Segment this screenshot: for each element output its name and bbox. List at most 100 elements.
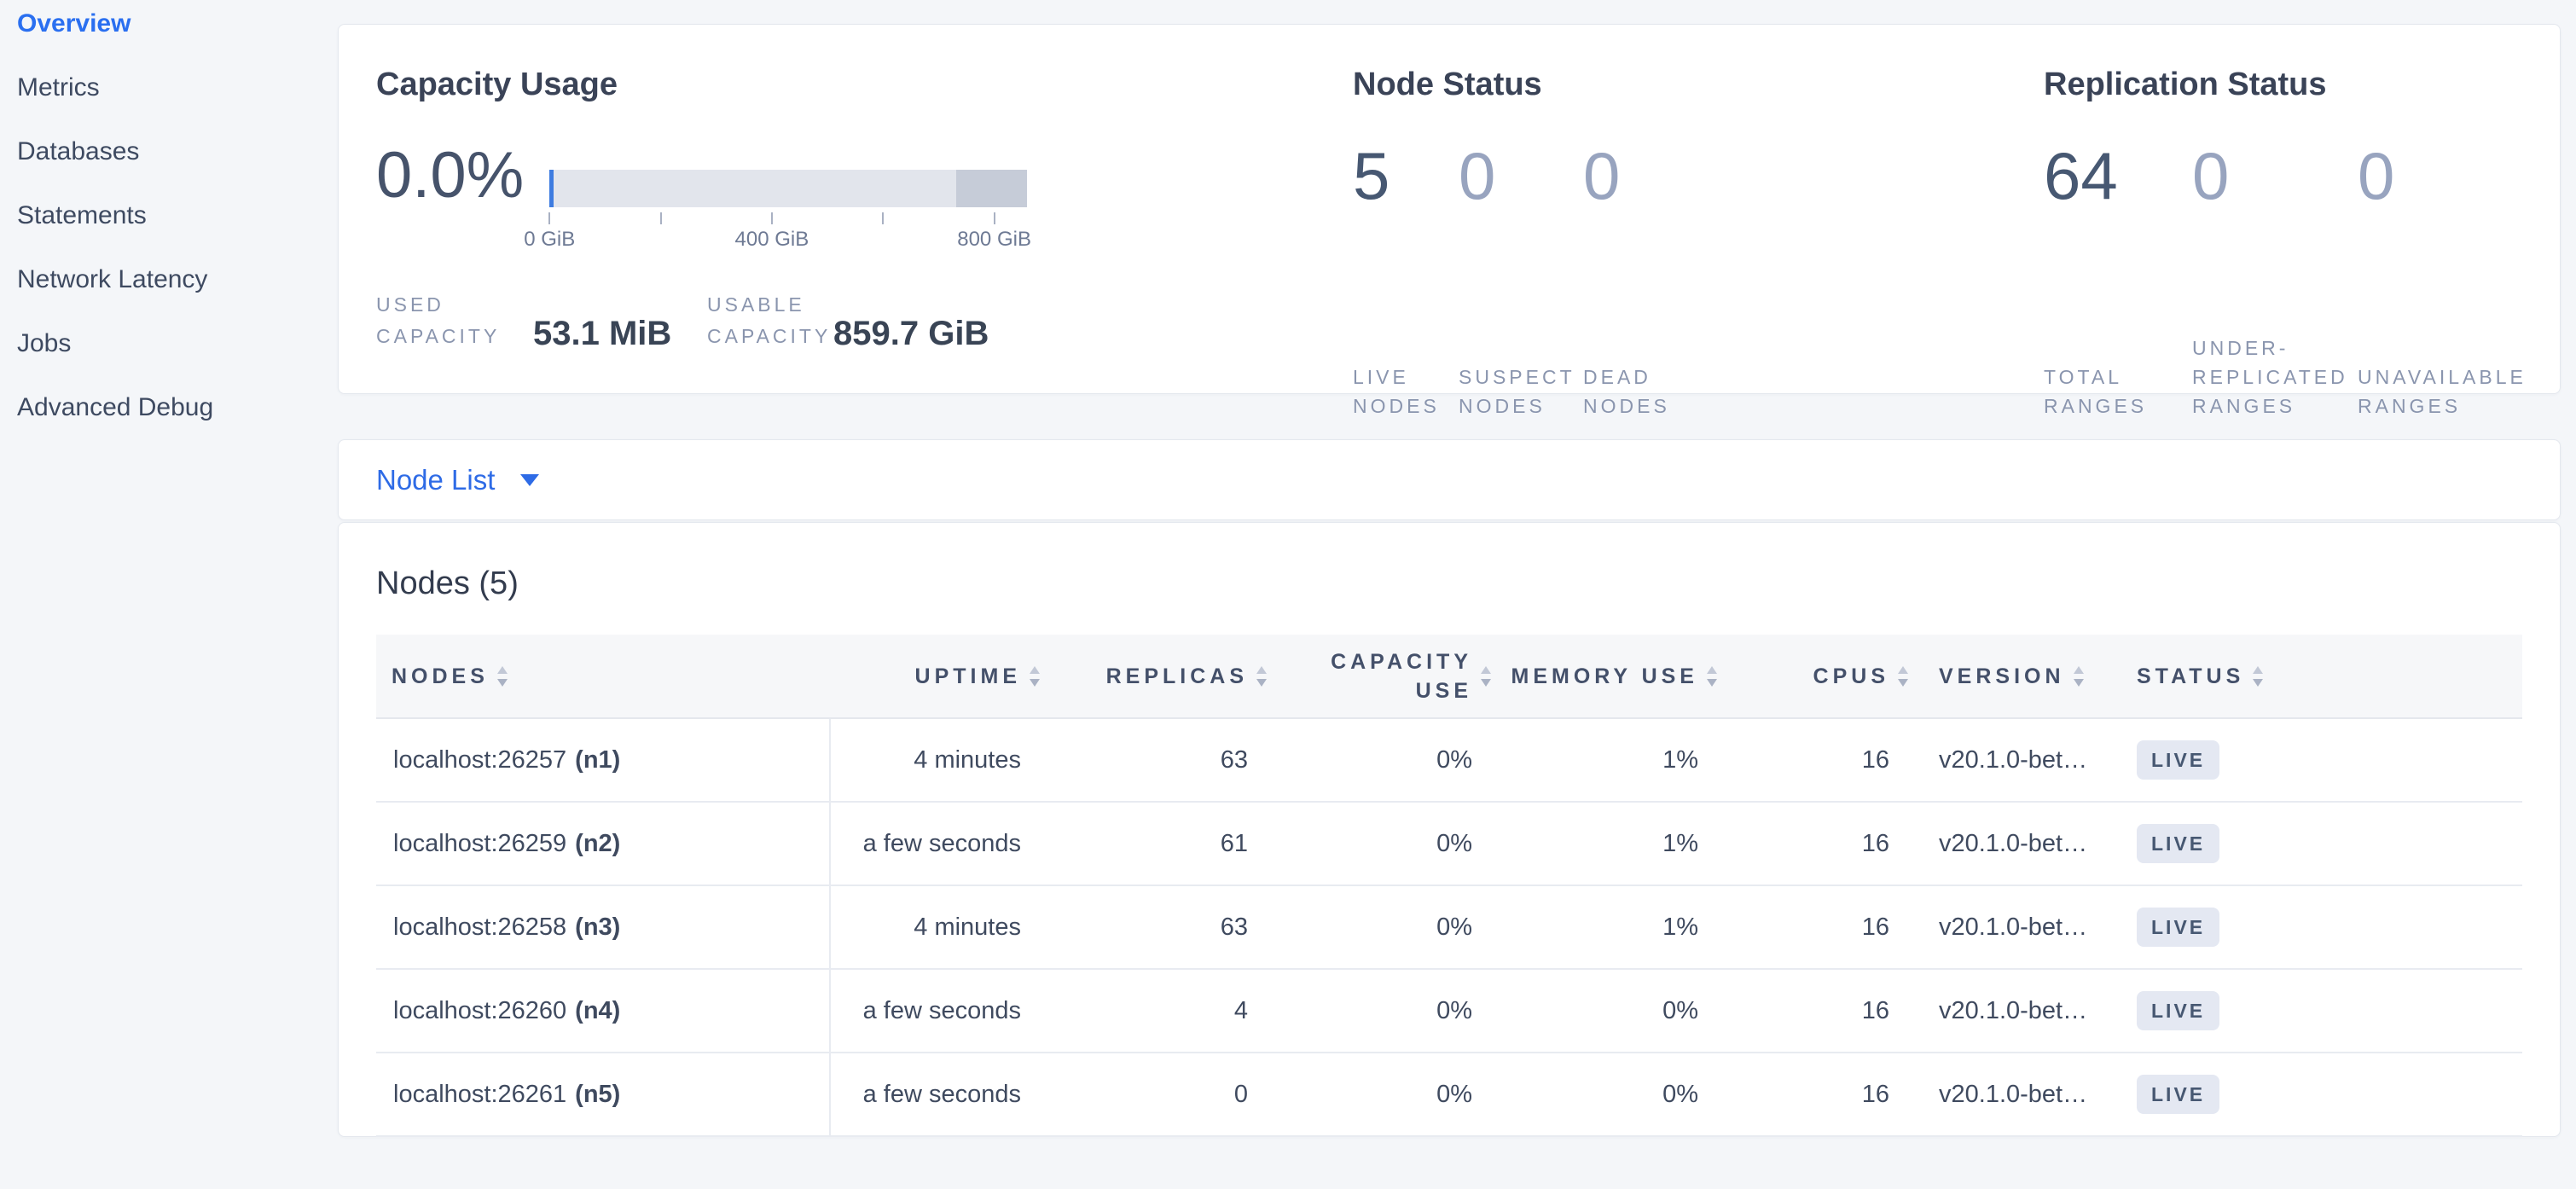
cell-replicas: 63 <box>1052 746 1279 774</box>
cell-uptime: 4 minutes <box>831 746 1052 774</box>
cell-cpus: 16 <box>1729 1081 1920 1109</box>
sort-arrows-icon <box>2251 664 2265 688</box>
capacity-axis-ticks <box>549 207 1027 226</box>
node-id: (n5) <box>575 1081 620 1109</box>
column-header-cpus[interactable]: CPUS <box>1729 662 1920 691</box>
cell-memory-use: 1% <box>1503 746 1729 774</box>
stat-suspect-nodes: 0SUSPECT NODES <box>1459 137 1583 420</box>
capacity-gauge: 0.0% 0 GiB400 GiB800 GiB <box>376 137 1315 253</box>
stat-under-replicated-ranges: 0 UNDER- REPLICATED RANGES <box>2192 137 2358 420</box>
column-header-replicas[interactable]: REPLICAS <box>1052 662 1279 691</box>
node-address[interactable]: localhost:26257 <box>393 746 566 774</box>
sort-arrows-icon <box>1028 664 1041 688</box>
node-address[interactable]: localhost:26261 <box>393 1081 566 1109</box>
stat-label: UNAVAILABLE RANGES <box>2358 362 2527 420</box>
stat-label: DEAD NODES <box>1583 362 1670 420</box>
cell-replicas: 61 <box>1052 830 1279 858</box>
cell-version: v20.1.0-bet… <box>1920 830 2133 858</box>
cell-uptime: a few seconds <box>831 997 1052 1025</box>
node-address[interactable]: localhost:26259 <box>393 830 566 858</box>
sort-arrows-icon <box>1705 664 1719 688</box>
column-header-label: UPTIME <box>915 662 1021 691</box>
cell-node-name: localhost:26259(n2) <box>376 803 831 884</box>
sidebar-item-statements[interactable]: Statements <box>17 183 317 247</box>
replication-status-section: Replication Status 64TOTAL RANGES0UNDER-… <box>2006 25 2560 393</box>
capacity-bar-used-marker <box>549 170 554 207</box>
capacity-bar-track <box>549 170 1027 207</box>
table-row[interactable]: localhost:26259(n2)a few seconds610%1%16… <box>376 803 2522 886</box>
cell-version: v20.1.0-bet… <box>1920 914 2133 942</box>
column-header-uptime[interactable]: UPTIME <box>831 662 1052 691</box>
capacity-bar: 0 GiB400 GiB800 GiB <box>549 170 1027 253</box>
cell-node-name: localhost:26258(n3) <box>376 886 831 968</box>
sidebar-item-metrics[interactable]: Metrics <box>17 55 317 119</box>
stat-live-nodes: 5LIVE NODES <box>1353 137 1459 420</box>
axis-tick-label: 800 GiB <box>957 228 1031 252</box>
stat-value: 0 <box>2192 137 2358 214</box>
stat-label: UNDER- REPLICATED RANGES <box>2192 334 2358 420</box>
axis-tick <box>660 212 662 224</box>
table-row[interactable]: localhost:26261(n5)a few seconds00%0%16v… <box>376 1053 2522 1137</box>
axis-tick-label: 400 GiB <box>735 228 809 252</box>
usable-capacity-value: 859.7 GiB <box>833 315 989 352</box>
node-id: (n1) <box>575 746 620 774</box>
node-status-title: Node Status <box>1353 64 2006 105</box>
capacity-usage-title: Capacity Usage <box>376 64 1315 105</box>
cell-status: LIVE <box>2133 991 2522 1030</box>
table-row[interactable]: localhost:26257(n1)4 minutes630%1%16v20.… <box>376 719 2522 803</box>
cell-status: LIVE <box>2133 1075 2522 1114</box>
column-header-label: MEMORY USE <box>1511 662 1698 691</box>
column-header-capacity-use[interactable]: CAPACITY USE <box>1279 647 1503 705</box>
column-header-version[interactable]: VERSION <box>1920 662 2133 691</box>
capacity-percent: 0.0% <box>376 137 524 253</box>
stat-label: SUSPECT NODES <box>1459 362 1583 420</box>
usable-capacity-label: USABLE CAPACITY <box>707 289 833 352</box>
sidebar-item-network-latency[interactable]: Network Latency <box>17 247 317 311</box>
cell-uptime: a few seconds <box>831 830 1052 858</box>
nodes-table: NODES UPTIME REPLICASCAPACITY USE MEMORY US… <box>376 635 2522 1137</box>
cell-uptime: 4 minutes <box>831 914 1052 942</box>
sidebar-item-databases[interactable]: Databases <box>17 119 317 183</box>
sort-arrows-icon <box>2072 664 2086 688</box>
column-header-label: CPUS <box>1813 662 1889 691</box>
replication-status-title: Replication Status <box>2044 64 2560 105</box>
cell-node-name: localhost:26261 (n5) <box>376 1053 831 1135</box>
node-address[interactable]: localhost:26260 <box>393 997 566 1025</box>
cell-memory-use: 1% <box>1503 830 1729 858</box>
node-list-dropdown-label: Node List <box>376 464 495 496</box>
table-row[interactable]: localhost:26260(n4)a few seconds40%0%16v… <box>376 970 2522 1053</box>
column-header-status[interactable]: STATUS <box>2133 662 2522 691</box>
cell-capacity-use: 0% <box>1279 1081 1503 1109</box>
stat-total-ranges: 64TOTAL RANGES <box>2044 137 2192 420</box>
axis-tick <box>994 212 995 224</box>
stat-value: 64 <box>2044 137 2192 214</box>
node-address[interactable]: localhost:26258 <box>393 914 566 942</box>
sidebar-item-advanced-debug[interactable]: Advanced Debug <box>17 375 317 439</box>
column-header-memory-use[interactable]: MEMORY USE <box>1503 662 1729 691</box>
stat-unavailable-ranges: 0 UNAVAILABLE RANGES <box>2358 137 2527 420</box>
capacity-axis-labels: 0 GiB400 GiB800 GiB <box>549 226 1027 252</box>
table-row[interactable]: localhost:26258(n3)4 minutes630%1%16v20.… <box>376 886 2522 970</box>
sidebar-item-overview[interactable]: Overview <box>17 0 317 55</box>
sidebar-item-jobs[interactable]: Jobs <box>17 311 317 375</box>
cell-capacity-use: 0% <box>1279 997 1503 1025</box>
status-badge: LIVE <box>2137 740 2219 780</box>
capacity-bar-reserved-segment <box>956 170 1027 207</box>
sidebar-nav: OverviewMetricsDatabasesStatementsNetwor… <box>17 0 317 439</box>
column-header-nodes[interactable]: NODES <box>376 662 831 691</box>
nodes-table-header: NODES UPTIME REPLICASCAPACITY USE MEMORY US… <box>376 635 2522 719</box>
sort-arrows-icon <box>1896 664 1910 688</box>
node-status-section: Node Status 5LIVE NODES0SUSPECT NODES0DE… <box>1315 25 2006 393</box>
cell-uptime: a few seconds <box>831 1081 1052 1109</box>
stat-value: 0 <box>2358 137 2527 214</box>
node-list-dropdown[interactable]: Node List <box>338 439 2561 520</box>
chevron-down-icon <box>520 474 539 486</box>
nodes-table-title: Nodes (5) <box>376 564 2522 603</box>
sort-arrows-icon <box>1479 664 1493 688</box>
cell-cpus: 16 <box>1729 914 1920 942</box>
cell-memory-use: 0% <box>1503 1081 1729 1109</box>
stat-dead-nodes: 0DEAD NODES <box>1583 137 1670 420</box>
capacity-usage-section: Capacity Usage 0.0% 0 GiB400 GiB800 GiB … <box>339 25 1315 393</box>
node-status-stats: 5LIVE NODES0SUSPECT NODES0DEAD NODES <box>1353 137 2006 420</box>
cell-version: v20.1.0-bet… <box>1920 1081 2133 1109</box>
